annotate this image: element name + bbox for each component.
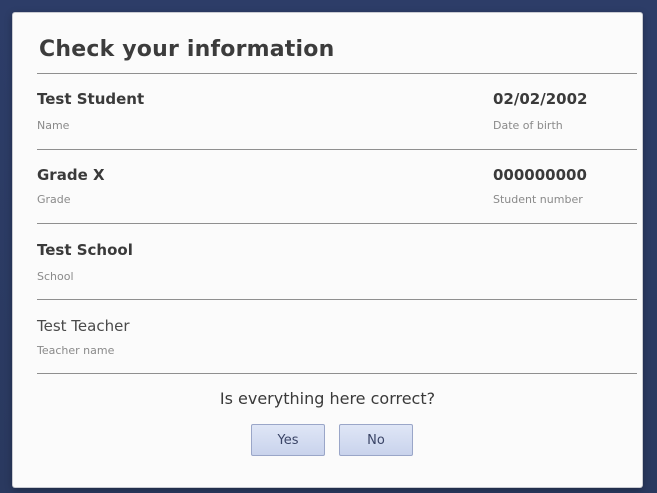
confirmation-question: Is everything here correct? bbox=[219, 389, 436, 408]
school-value: Test School bbox=[37, 241, 133, 259]
teacher-name-label: Teacher name bbox=[37, 344, 115, 357]
student-name-label: Name bbox=[37, 119, 70, 132]
date-of-birth-label: Date of birth bbox=[493, 119, 563, 132]
date-of-birth-value: 02/02/2002 bbox=[493, 90, 588, 108]
teacher-name-value: Test Teacher bbox=[37, 317, 130, 335]
divider bbox=[37, 299, 637, 300]
school-label: School bbox=[37, 270, 74, 283]
grade-value: Grade X bbox=[37, 166, 105, 184]
no-button[interactable]: No bbox=[339, 424, 413, 456]
confirmation-dialog: Check your information Test Student Name… bbox=[13, 13, 642, 487]
dialog-title: Check your information bbox=[39, 37, 335, 62]
student-number-label: Student number bbox=[493, 193, 583, 206]
grade-label: Grade bbox=[37, 193, 71, 206]
divider bbox=[37, 223, 637, 224]
yes-button[interactable]: Yes bbox=[251, 424, 325, 456]
divider bbox=[37, 149, 637, 150]
app-backdrop: Check your information Test Student Name… bbox=[0, 0, 657, 493]
divider bbox=[37, 373, 637, 374]
divider bbox=[37, 73, 637, 74]
student-name-value: Test Student bbox=[37, 90, 145, 108]
student-number-value: 000000000 bbox=[493, 166, 587, 184]
